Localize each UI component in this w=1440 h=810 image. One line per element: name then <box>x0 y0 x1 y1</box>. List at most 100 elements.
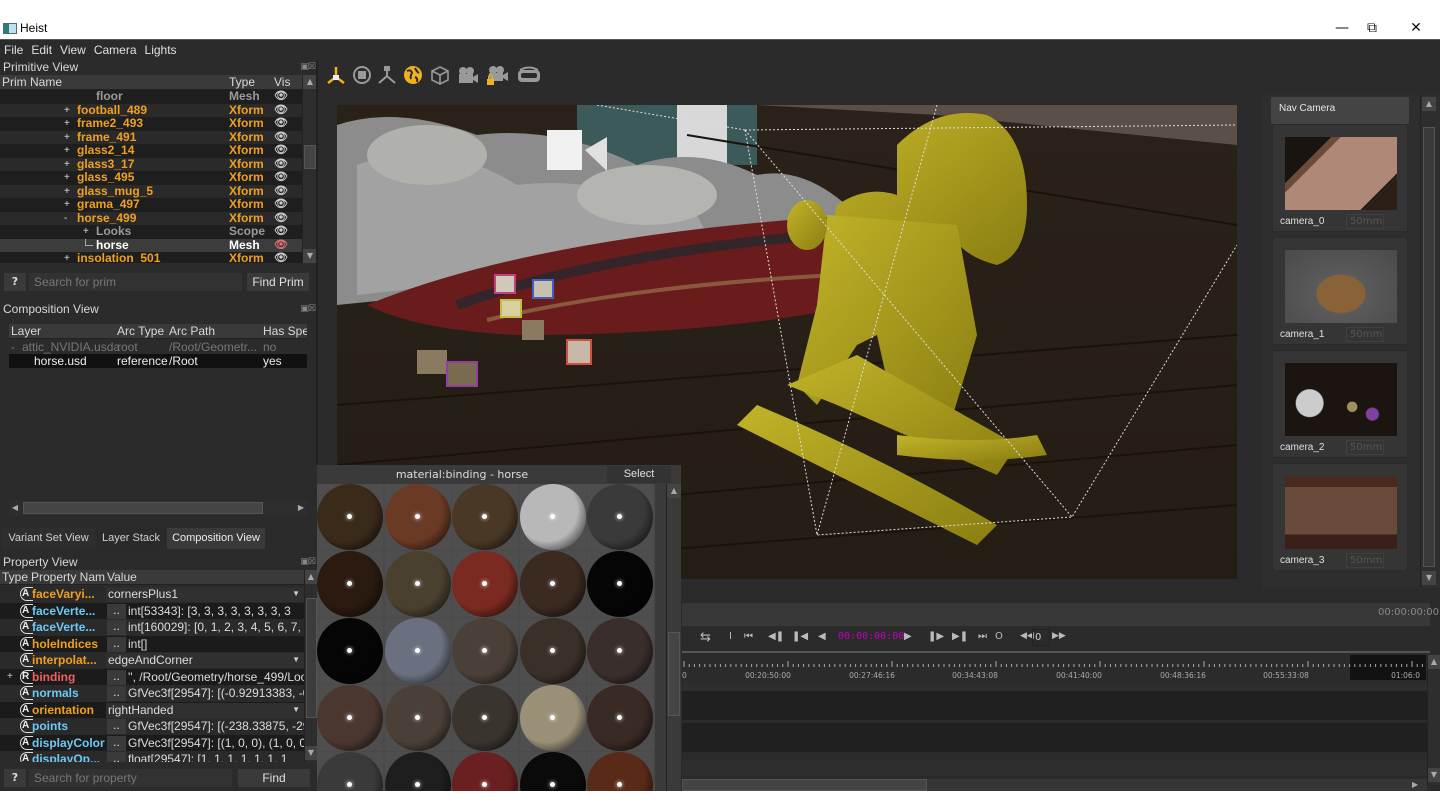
expand-icon[interactable]: + <box>7 669 13 685</box>
property-row[interactable]: AfaceVaryi... cornersPlus1 ▼ <box>0 586 304 603</box>
close-button[interactable]: ✕ <box>1401 18 1431 38</box>
col-arc-path[interactable]: Arc Path <box>169 324 215 339</box>
prim-row[interactable]: horse Mesh 👁 <box>0 238 302 252</box>
focal-length-field[interactable]: 50mm <box>1346 553 1384 568</box>
play-reverse-icon[interactable]: ◀ <box>818 631 826 642</box>
timeline-ruler[interactable]: 0 00:20:50:00 00:27:46:16 00:34:43:08 00:41:… <box>682 655 1428 683</box>
prim-row[interactable]: + insolation_501 Xform 👁 <box>0 252 302 263</box>
camera-card[interactable]: camera_1 50mm <box>1272 237 1408 345</box>
expand-icon[interactable]: + <box>64 252 70 263</box>
splitter[interactable] <box>316 60 318 465</box>
property-search-input[interactable]: Search for property <box>29 769 232 787</box>
camera-icon[interactable] <box>456 64 480 86</box>
prev-key-icon[interactable]: ◀❚ <box>768 631 784 642</box>
visibility-eye-icon[interactable]: 👁 <box>274 252 288 263</box>
scroll-thumb[interactable] <box>668 632 680 716</box>
play-icon[interactable]: ▶ <box>904 631 912 642</box>
axis-gizmo-icon[interactable] <box>325 64 347 86</box>
material-swatch-cell[interactable] <box>587 618 653 684</box>
col-value[interactable]: Value <box>107 570 137 585</box>
expand-icon[interactable]: + <box>64 171 70 184</box>
select-material-button[interactable]: Select <box>607 466 671 483</box>
loop-icon[interactable]: ⇆ <box>700 630 711 645</box>
property-row[interactable]: Aorientation rightHanded ▼ <box>0 701 304 718</box>
out-marker-icon[interactable]: O <box>995 631 1003 642</box>
edit-value-button[interactable]: .. <box>107 686 126 701</box>
visibility-eye-icon[interactable]: 👁 <box>274 104 288 117</box>
next-key-icon[interactable]: ▶❚ <box>952 631 968 642</box>
prim-help-button[interactable]: ? <box>4 273 26 291</box>
visibility-eye-icon[interactable]: 👁 <box>274 212 288 225</box>
scroll-up-icon[interactable]: ▲ <box>303 75 317 89</box>
property-scrollbar[interactable]: ▲ ▼ <box>304 570 317 762</box>
go-to-start-icon[interactable]: ⏮ <box>744 631 753 642</box>
find-prim-button[interactable]: Find Prim <box>247 273 309 291</box>
visibility-eye-icon[interactable]: 👁 <box>274 239 288 252</box>
tab-layer-stack[interactable]: Layer Stack <box>96 528 166 549</box>
maximize-button[interactable]: ⧉ <box>1357 18 1387 38</box>
camera-card[interactable]: camera_2 50mm <box>1272 350 1408 458</box>
go-to-end-icon[interactable]: ⏭ <box>978 631 987 642</box>
scroll-right-icon[interactable]: ▶ <box>1412 779 1424 791</box>
material-swatch-cell[interactable] <box>384 685 451 751</box>
scroll-left-icon[interactable]: ◀ <box>9 501 21 515</box>
material-swatch-cell[interactable] <box>519 551 586 617</box>
visibility-eye-icon[interactable]: 👁 <box>274 144 288 157</box>
material-swatch-cell[interactable] <box>587 484 653 550</box>
frame-step-field[interactable]: 0 <box>1032 629 1050 646</box>
prim-row[interactable]: + glass_495 Xform 👁 <box>0 171 302 185</box>
prim-row[interactable]: + grama_497 Xform 👁 <box>0 198 302 212</box>
menu-edit[interactable]: Edit <box>27 41 56 57</box>
col-arc-type[interactable]: Arc Type <box>117 324 164 339</box>
property-value-dropdown[interactable]: edgeAndCorner ▼ <box>106 653 304 668</box>
material-swatch-cell[interactable] <box>452 484 518 550</box>
composition-row[interactable]: horse.usd reference /Root yes <box>9 354 307 368</box>
fast-forward-icon[interactable]: ▶▶ <box>1052 631 1066 641</box>
material-swatch-cell[interactable] <box>452 618 518 684</box>
material-swatch-cell[interactable] <box>317 685 383 751</box>
prim-row[interactable]: + frame2_493 Xform 👁 <box>0 117 302 131</box>
property-help-button[interactable]: ? <box>4 769 26 787</box>
scroll-up-icon[interactable]: ▲ <box>1422 97 1436 111</box>
scroll-up-icon[interactable]: ▲ <box>667 484 681 498</box>
edit-value-button[interactable]: .. <box>107 719 126 734</box>
material-swatch-cell[interactable] <box>317 484 383 550</box>
expand-icon[interactable]: + <box>64 158 70 171</box>
scroll-down-icon[interactable]: ▼ <box>303 249 317 263</box>
collapse-icon[interactable]: - <box>11 340 15 354</box>
col-prim-name[interactable]: Prim Name <box>2 75 62 90</box>
step-forward-icon[interactable]: ❚▶ <box>928 631 944 642</box>
material-swatch-cell[interactable] <box>384 551 451 617</box>
expand-icon[interactable]: + <box>64 131 70 144</box>
scroll-right-icon[interactable]: ▶ <box>295 501 307 515</box>
col-vis[interactable]: Vis <box>274 75 290 90</box>
timeline-hscrollbar[interactable]: ▶ <box>682 779 1427 791</box>
focal-length-field[interactable]: 50mm <box>1346 440 1384 455</box>
step-back-icon[interactable]: ❚◀ <box>792 631 808 642</box>
menu-file[interactable]: File <box>0 41 27 57</box>
col-layer[interactable]: Layer <box>11 324 41 339</box>
collapse-icon[interactable]: - <box>64 212 67 225</box>
in-marker-icon[interactable]: I <box>729 631 732 642</box>
focal-length-field[interactable]: 50mm <box>1346 327 1384 342</box>
col-type[interactable]: Type <box>2 570 28 585</box>
edit-value-button[interactable]: .. <box>107 735 126 751</box>
dock-float-close-buttons[interactable]: ▣☒ <box>300 304 316 314</box>
visibility-eye-icon[interactable]: 👁 <box>274 131 288 144</box>
scroll-thumb[interactable] <box>304 145 316 169</box>
vr-headset-icon[interactable] <box>516 64 542 86</box>
material-swatch-cell[interactable] <box>452 685 518 751</box>
camera-list-scrollbar[interactable]: ▲ ▼ <box>1420 95 1436 588</box>
property-row[interactable]: Ainterpolat... edgeAndCorner ▼ <box>0 652 304 669</box>
scroll-thumb[interactable] <box>306 598 317 718</box>
material-swatch-cell[interactable] <box>384 618 451 684</box>
visibility-eye-icon[interactable]: 👁 <box>274 117 288 130</box>
property-row[interactable]: AholeIndices.. int[] <box>0 635 304 652</box>
prim-search-input[interactable]: Search for prim <box>29 273 242 291</box>
visibility-eye-icon[interactable]: 👁 <box>274 158 288 171</box>
visibility-eye-icon[interactable]: 👁 <box>274 90 288 103</box>
material-swatch-cell[interactable] <box>519 685 586 751</box>
dock-float-close-buttons[interactable]: ▣☒ <box>300 62 316 72</box>
scroll-down-icon[interactable]: ▼ <box>1428 768 1440 782</box>
edit-value-button[interactable]: .. <box>107 620 126 635</box>
